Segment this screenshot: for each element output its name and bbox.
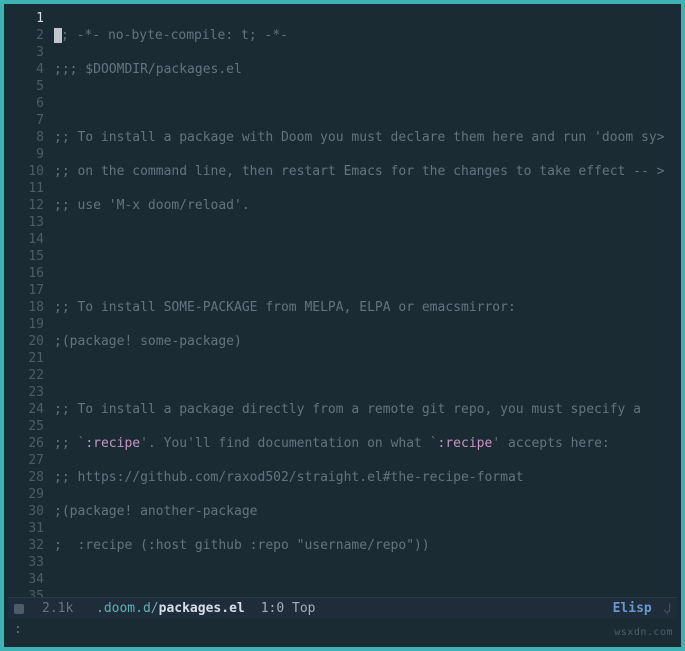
code-text: ;; https://github.com/raxod502/straight.… xyxy=(54,470,524,485)
line-number: 11 xyxy=(4,180,44,197)
code-text: ; :recipe (:host github :repo "username/… xyxy=(54,538,430,553)
minibuffer[interactable]: : xyxy=(8,619,677,643)
buffer-directory: .doom.d/ xyxy=(96,601,159,616)
line-number: 21 xyxy=(4,350,44,367)
line-number: 3 xyxy=(4,44,44,61)
line-number: 15 xyxy=(4,248,44,265)
line-number: 20 xyxy=(4,333,44,350)
code-text: ;;; $DOOMDIR/packages.el xyxy=(54,62,242,77)
code-text: ;; use 'M-x doom/reload'. xyxy=(54,198,250,213)
line-number: 16 xyxy=(4,265,44,282)
line-number: 25 xyxy=(4,418,44,435)
line-number: 30 xyxy=(4,503,44,520)
line-number: 4 xyxy=(4,61,44,78)
line-number: 19 xyxy=(4,316,44,333)
evil-state-indicator xyxy=(14,604,24,614)
line-number: 24 xyxy=(4,401,44,418)
code-buffer[interactable]: ; -*- no-byte-compile: t; -*- ;;; $DOOMD… xyxy=(54,4,681,597)
code-text: ;; To install a package with Doom you mu… xyxy=(54,130,657,145)
modeline: 2.1k .doom.d/packages.el 1:0 Top Elisp ڸ xyxy=(8,597,677,619)
line-number: 23 xyxy=(4,384,44,401)
code-text: ;(package! another-package xyxy=(54,504,258,519)
line-number: 14 xyxy=(4,231,44,248)
line-number: 28 xyxy=(4,469,44,486)
cursor-position: 1:0 Top xyxy=(261,600,316,617)
keyword: :recipe xyxy=(438,436,493,451)
code-text: ;; ` xyxy=(54,436,85,451)
line-number: 13 xyxy=(4,214,44,231)
line-number: 18 xyxy=(4,299,44,316)
line-number: 7 xyxy=(4,112,44,129)
code-text: ; -*- no-byte-compile: t; -*- xyxy=(61,28,288,43)
watermark: wsxdn.com xyxy=(614,624,673,641)
code-text: ' accepts here: xyxy=(492,436,609,451)
line-number: 17 xyxy=(4,282,44,299)
line-number: 26 xyxy=(4,435,44,452)
buffer-size: 2.1k xyxy=(42,600,90,617)
editor-area[interactable]: 1 2 3 4 5 6 7 8 9 10 11 12 13 14 15 16 1… xyxy=(4,4,681,597)
truncation-icon: > xyxy=(657,164,665,179)
line-number: 35 xyxy=(4,588,44,597)
truncation-icon: > xyxy=(657,130,665,145)
line-number: 1 xyxy=(4,10,44,27)
line-number: 9 xyxy=(4,146,44,163)
code-text: ;(package! some-package) xyxy=(54,334,242,349)
keyword: :recipe xyxy=(85,436,140,451)
line-number: 12 xyxy=(4,197,44,214)
code-text: ;; on the command line, then restart Ema… xyxy=(54,164,657,179)
code-text: ;; To install a package directly from a … xyxy=(54,402,641,417)
code-text: ;; To install SOME-PACKAGE from MELPA, E… xyxy=(54,300,516,315)
code-text: '. You'll find documentation on what ` xyxy=(140,436,437,451)
major-mode[interactable]: Elisp xyxy=(613,600,652,617)
line-number: 34 xyxy=(4,571,44,588)
encoding-indicator: ڸ xyxy=(664,600,671,617)
line-number: 29 xyxy=(4,486,44,503)
line-number: 33 xyxy=(4,554,44,571)
line-number: 31 xyxy=(4,520,44,537)
line-number: 32 xyxy=(4,537,44,554)
line-number: 22 xyxy=(4,367,44,384)
line-number: 2 xyxy=(4,27,44,44)
line-number: 6 xyxy=(4,95,44,112)
line-number: 10 xyxy=(4,163,44,180)
line-number: 8 xyxy=(4,129,44,146)
line-number: 5 xyxy=(4,78,44,95)
buffer-filename: packages.el xyxy=(159,601,245,616)
line-number-gutter: 1 2 3 4 5 6 7 8 9 10 11 12 13 14 15 16 1… xyxy=(4,4,54,597)
line-number: 27 xyxy=(4,452,44,469)
